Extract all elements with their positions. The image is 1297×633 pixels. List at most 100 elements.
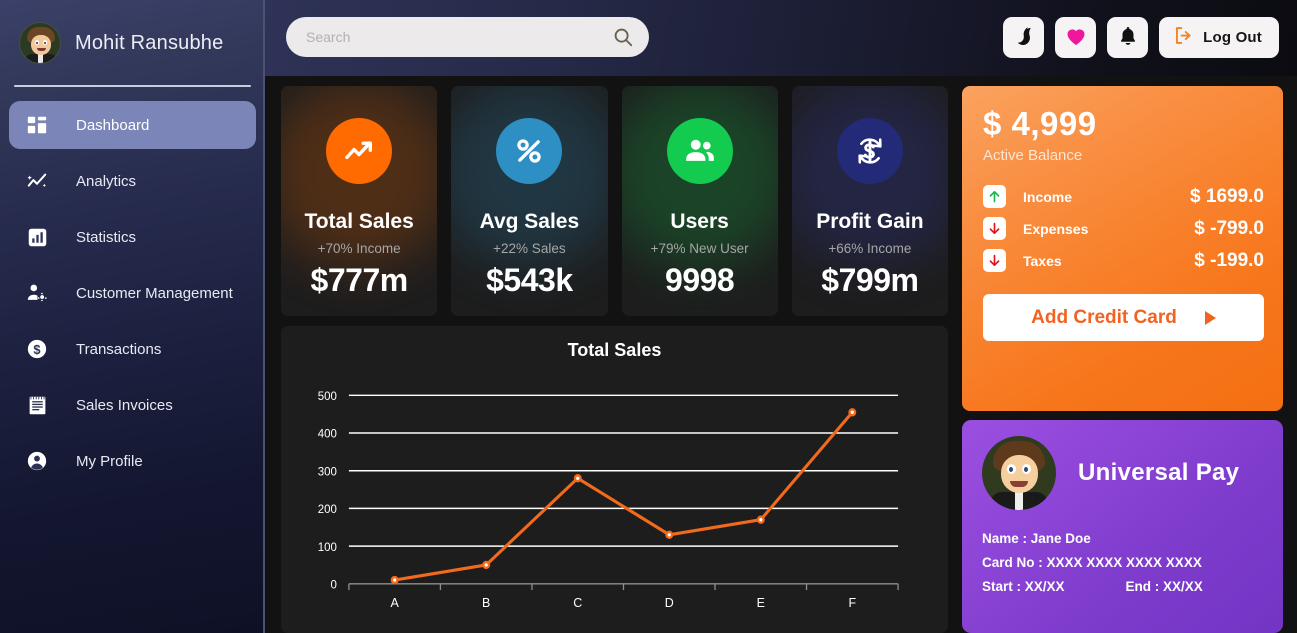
stat-card-total-sales[interactable]: Total Sales +70% Income $777m [281,86,438,316]
svg-text:D: D [665,595,674,610]
dark-mode-toggle[interactable] [1003,16,1045,58]
sidebar-item-label: Statistics [76,228,137,246]
currency-swap-icon [836,118,903,184]
active-balance-card: $ 4,999 Active Balance Income $ 1699.0 E… [962,86,1283,411]
receipt-icon [24,392,50,418]
arrow-up-icon [983,185,1006,208]
pay-card-name: Name : Jane Doe [982,531,1091,546]
heart-icon [1064,24,1088,51]
add-credit-card-button[interactable]: Add Credit Card [983,294,1264,341]
bar-chart-icon [24,224,50,250]
pay-card-details: Name : Jane Doe Card No : XXXX XXXX XXXX… [982,531,1265,594]
dark-mode-moon-icon [1013,25,1035,50]
balance-label: Active Balance [983,147,1083,164]
sidebar-item-transactions[interactable]: $ Transactions [9,325,256,373]
arrow-down-icon [983,217,1006,240]
sidebar-item-label: Sales Invoices [76,396,173,414]
sidebar-item-label: My Profile [76,452,143,470]
right-column: $ 4,999 Active Balance Income $ 1699.0 E… [962,86,1283,633]
line-chart: 0 100 200 300 400 500 A B C D E F [318,390,899,610]
svg-text:C: C [573,595,582,610]
sidebar-item-my-profile[interactable]: My Profile [9,437,256,485]
svg-text:$: $ [33,342,40,357]
balance-row-label: Expenses [1023,220,1089,237]
svg-text:E: E [757,595,765,610]
sidebar-profile[interactable]: Mohit Ransubhe [0,0,265,73]
logout-label: Log Out [1203,28,1262,46]
svg-text:300: 300 [318,465,338,478]
stat-title: Users [670,210,729,233]
stat-value: $777m [310,262,409,298]
stat-value: $543k [486,262,573,298]
content-area: Total Sales +70% Income $777m Avg Sales … [265,76,1297,633]
stat-card-profit-gain[interactable]: Profit Gain +66% Income $799m [791,86,948,316]
add-credit-card-label: Add Credit Card [1031,306,1177,328]
account-circle-icon [24,448,50,474]
sidebar-nav: Dashboard Analytics Statistics Customer … [0,87,265,485]
stat-value: $799m [821,262,919,298]
stat-card-users[interactable]: Users +79% New User 9998 [621,86,778,316]
balance-row-income: Income $ 1699.0 [983,185,1264,208]
search-container [286,16,649,57]
avatar [982,436,1056,510]
search-input[interactable] [286,16,649,57]
stat-title: Total Sales [304,210,414,233]
sidebar-item-customer-management[interactable]: Customer Management [9,269,256,317]
avatar [19,22,61,64]
sidebar-item-sales-invoices[interactable]: Sales Invoices [9,381,256,429]
sidebar-item-dashboard[interactable]: Dashboard [9,101,256,149]
balance-row-label: Income [1023,188,1073,205]
sidebar-item-label: Dashboard [76,116,150,134]
trending-up-icon [326,118,393,184]
stat-title: Profit Gain [816,210,924,233]
balance-amount: $ 4,999 [983,105,1097,142]
sidebar: Mohit Ransubhe Dashboard Analytics Stati… [0,0,265,633]
sidebar-item-label: Transactions [76,340,162,358]
dashboard-app: Mohit Ransubhe Dashboard Analytics Stati… [0,0,1297,633]
bell-icon [1117,25,1139,50]
svg-text:200: 200 [318,503,338,516]
dashboard-grid-icon [24,112,50,138]
stat-card-avg-sales[interactable]: Avg Sales +22% Sales $543k [451,86,608,316]
dollar-circle-icon: $ [24,336,50,362]
sidebar-item-analytics[interactable]: Analytics [9,157,256,205]
pay-card-end: End : XX/XX [1125,579,1203,594]
notifications-button[interactable] [1107,16,1149,58]
stats-row: Total Sales +70% Income $777m Avg Sales … [281,86,948,316]
svg-text:400: 400 [318,427,338,440]
balance-row-value: $ 1699.0 [1190,185,1264,207]
stat-subtitle: +79% New User [650,241,749,256]
pay-card-dates: Start : XX/XX End : XX/XX [982,579,1265,594]
pay-card-brand: Universal Pay [1078,459,1240,486]
svg-text:B: B [482,595,490,610]
topbar: Log Out [265,0,1297,76]
pay-card-header: Universal Pay [982,436,1265,510]
stat-subtitle: +70% Income [317,241,401,256]
stat-subtitle: +66% Income [828,241,912,256]
left-column: Total Sales +70% Income $777m Avg Sales … [281,86,948,633]
universal-pay-card: Universal Pay Name : Jane Doe Card No : … [962,420,1283,633]
logout-button[interactable]: Log Out [1159,16,1279,58]
chart-plot-area: 0 100 200 300 400 500 A B C D E F [281,366,948,633]
topbar-actions: Log Out [1003,16,1279,58]
people-icon [666,118,733,184]
balance-row-value: $ -199.0 [1194,249,1264,271]
balance-row-expenses: Expenses $ -799.0 [983,217,1264,240]
stat-value: 9998 [665,262,735,298]
arrow-down-icon [983,249,1006,272]
main-area: Log Out Total Sales +70% Income $777m [265,0,1297,633]
balance-row-label: Taxes [1023,252,1062,269]
balance-row-value: $ -799.0 [1194,217,1264,239]
chart-title: Total Sales [567,340,662,360]
svg-text:100: 100 [318,541,338,554]
favorites-button[interactable] [1055,16,1097,58]
total-sales-chart-card: Total Sales 0 100 200 300 400 500 A B C D E F [281,326,948,633]
svg-text:A: A [391,595,400,610]
svg-text:0: 0 [331,578,338,591]
sidebar-item-label: Analytics [76,172,137,190]
stat-subtitle: +22% Sales [493,241,566,256]
play-arrow-icon [1204,310,1216,325]
svg-text:500: 500 [318,390,338,403]
svg-text:F: F [848,595,856,610]
sidebar-item-statistics[interactable]: Statistics [9,213,256,261]
